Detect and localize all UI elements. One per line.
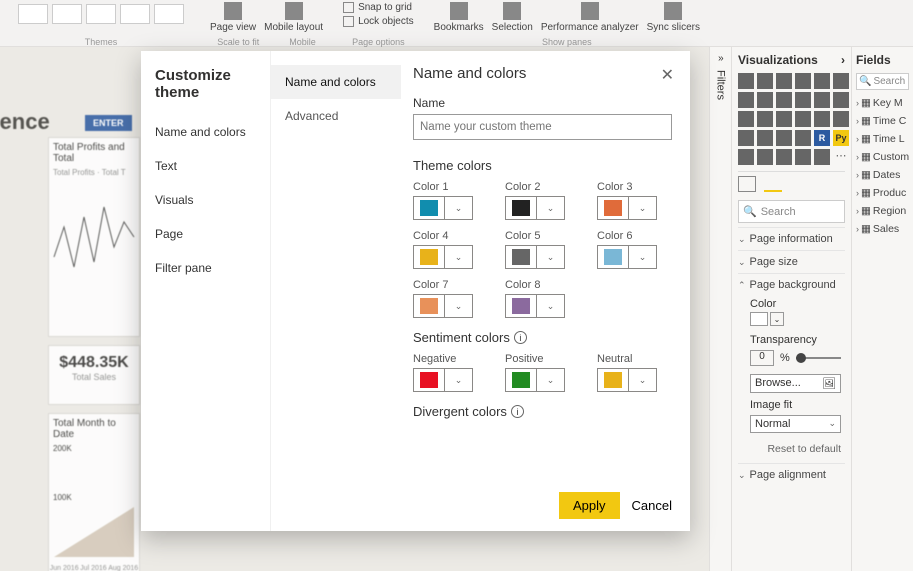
color-label: Color 8: [505, 279, 583, 291]
chevron-down-icon[interactable]: ⌄: [536, 369, 564, 391]
color-label: Color 6: [597, 230, 675, 242]
page-view-icon: [224, 2, 242, 20]
dialog-title: Customize theme: [155, 67, 270, 101]
color-picker[interactable]: ⌄: [413, 245, 473, 269]
color-picker[interactable]: ⌄: [413, 294, 473, 318]
theme-thumbnail[interactable]: [120, 4, 150, 24]
dialog-nav-item[interactable]: Name and colors: [155, 115, 270, 149]
color-label: Positive: [505, 353, 583, 365]
chevron-down-icon[interactable]: ⌄: [444, 369, 472, 391]
color-picker[interactable]: ⌄: [505, 245, 565, 269]
dialog-nav-item[interactable]: Text: [155, 149, 270, 183]
color-picker[interactable]: ⌄: [597, 196, 657, 220]
color-picker[interactable]: ⌄: [505, 294, 565, 318]
checkbox-icon: [343, 16, 354, 27]
info-icon[interactable]: i: [514, 331, 527, 344]
color-label: Color 7: [413, 279, 491, 291]
color-chip: [420, 249, 438, 265]
dialog-nav-item[interactable]: Visuals: [155, 183, 270, 217]
color-picker[interactable]: ⌄: [413, 368, 473, 392]
color-label: Color 3: [597, 181, 675, 193]
page-view-button[interactable]: Page view: [206, 0, 260, 35]
mobile-layout-button[interactable]: Mobile layout: [260, 0, 327, 35]
color-label: Color 1: [413, 181, 491, 193]
color-chip: [512, 200, 530, 216]
dialog-nav-item[interactable]: Page: [155, 217, 270, 251]
color-label: Neutral: [597, 353, 675, 365]
color-picker[interactable]: ⌄: [505, 196, 565, 220]
color-chip: [604, 372, 622, 388]
sync-slicers-button[interactable]: Sync slicers: [643, 0, 704, 35]
chevron-down-icon[interactable]: ⌄: [628, 197, 656, 219]
chevron-down-icon[interactable]: ⌄: [628, 246, 656, 268]
chevron-down-icon[interactable]: ⌄: [444, 197, 472, 219]
color-picker[interactable]: ⌄: [505, 368, 565, 392]
dialog-sub-nav: Name and colorsAdvanced: [271, 51, 401, 531]
color-picker[interactable]: ⌄: [597, 245, 657, 269]
color-chip: [420, 200, 438, 216]
theme-thumbnail[interactable]: [86, 4, 116, 24]
dialog-subnav-item[interactable]: Name and colors: [271, 65, 401, 99]
color-chip: [604, 200, 622, 216]
theme-name-input[interactable]: [413, 114, 672, 140]
dialog-nav-item[interactable]: Filter pane: [155, 251, 270, 285]
color-chip: [512, 249, 530, 265]
color-chip: [512, 372, 530, 388]
ribbon-group-label: Themes: [85, 37, 118, 47]
sentiment-colors-heading: Sentiment colorsi: [413, 330, 672, 345]
color-label: Negative: [413, 353, 491, 365]
theme-thumbnail[interactable]: [154, 4, 184, 24]
cancel-button[interactable]: Cancel: [632, 498, 672, 513]
selection-icon: [503, 2, 521, 20]
color-label: Color 4: [413, 230, 491, 242]
chevron-down-icon[interactable]: ⌄: [444, 295, 472, 317]
panel-title: Name and colors: [413, 65, 672, 82]
color-picker[interactable]: ⌄: [413, 196, 473, 220]
chevron-down-icon[interactable]: ⌄: [536, 295, 564, 317]
apply-button[interactable]: Apply: [559, 492, 620, 519]
performance-button[interactable]: Performance analyzer: [537, 0, 643, 35]
color-picker[interactable]: ⌄: [597, 368, 657, 392]
chevron-down-icon[interactable]: ⌄: [536, 197, 564, 219]
dialog-subnav-item[interactable]: Advanced: [271, 99, 401, 133]
color-label: Color 5: [505, 230, 583, 242]
chevron-down-icon[interactable]: ⌄: [536, 246, 564, 268]
close-icon[interactable]: ✕: [661, 65, 674, 85]
customize-theme-dialog: Customize theme Name and colorsTextVisua…: [141, 51, 690, 531]
lock-objects-checkbox[interactable]: Lock objects: [343, 16, 414, 27]
chevron-down-icon[interactable]: ⌄: [444, 246, 472, 268]
color-chip: [512, 298, 530, 314]
dialog-content: ✕ Name and colors Name Theme colors Colo…: [401, 51, 690, 531]
theme-colors-heading: Theme colors: [413, 158, 672, 173]
ribbon: Themes Page view Mobile layout Scale to …: [0, 0, 913, 47]
color-chip: [420, 298, 438, 314]
chevron-down-icon[interactable]: ⌄: [628, 369, 656, 391]
checkbox-icon: [343, 2, 354, 13]
dialog-overlay: Customize theme Name and colorsTextVisua…: [0, 47, 913, 571]
color-chip: [420, 372, 438, 388]
color-label: Color 2: [505, 181, 583, 193]
performance-icon: [581, 2, 599, 20]
theme-thumbnail[interactable]: [18, 4, 48, 24]
mobile-icon: [285, 2, 303, 20]
info-icon[interactable]: i: [511, 405, 524, 418]
bookmarks-button[interactable]: Bookmarks: [430, 0, 488, 35]
selection-button[interactable]: Selection: [488, 0, 537, 35]
theme-thumbnail[interactable]: [52, 4, 82, 24]
snap-to-grid-checkbox[interactable]: Snap to grid: [343, 2, 414, 13]
sync-icon: [664, 2, 682, 20]
divergent-colors-heading: Divergent colorsi: [413, 404, 672, 419]
bookmarks-icon: [450, 2, 468, 20]
color-chip: [604, 249, 622, 265]
dialog-left-nav: Customize theme Name and colorsTextVisua…: [141, 51, 271, 531]
